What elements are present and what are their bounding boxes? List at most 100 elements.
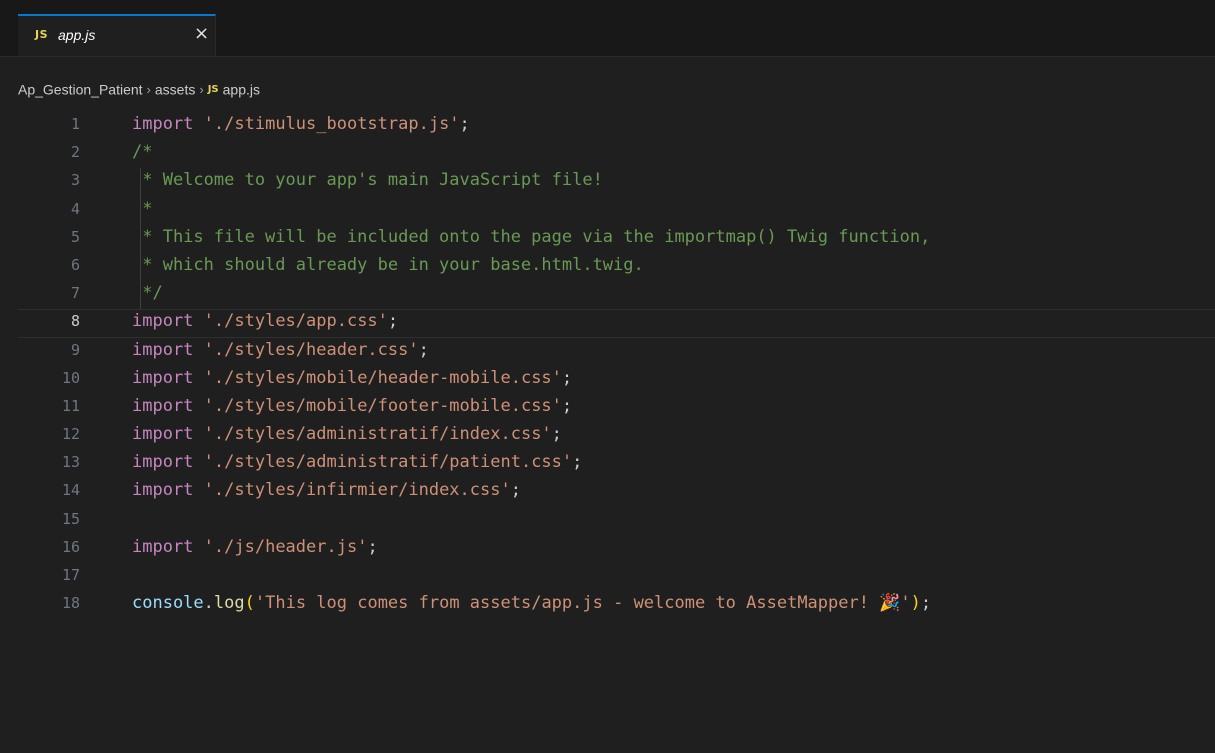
code-line[interactable]: 15 [18, 507, 1215, 535]
string-literal: './styles/header.css' [203, 339, 419, 360]
line-text: /* [132, 142, 152, 162]
string-literal: './styles/mobile/footer-mobile.css' [203, 395, 562, 416]
javascript-file-icon: JS [35, 28, 49, 41]
breadcrumb-folder[interactable]: assets [155, 81, 195, 97]
line-number: 1 [70, 115, 80, 133]
string-literal: './styles/mobile/header-mobile.css' [203, 367, 562, 388]
paren-close: ) [910, 593, 921, 614]
line-number: 14 [61, 481, 80, 500]
line-text: import './styles/header.css'; [132, 340, 429, 360]
string-literal: './js/header.js' [203, 536, 368, 557]
comment: * This file will be included onto the pa… [132, 226, 931, 247]
chevron-right-icon: › [199, 81, 204, 97]
semicolon: ; [459, 114, 470, 134]
code-line[interactable]: 5 * This file will be included onto the … [18, 224, 1215, 253]
code-line[interactable]: 1 import './stimulus_bootstrap.js'; [18, 112, 1215, 140]
javascript-file-icon: JS [207, 83, 219, 95]
line-number: 11 [61, 396, 80, 415]
line-number: 9 [70, 340, 80, 359]
line-text: * Welcome to your app's main JavaScript … [132, 170, 603, 190]
keyword: import [132, 395, 194, 416]
code-line[interactable]: 3 * Welcome to your app's main JavaScrip… [18, 168, 1215, 197]
semicolon: ; [510, 480, 521, 501]
string-literal: 'This log comes from assets/app.js - wel… [254, 593, 911, 614]
line-number: 13 [61, 453, 80, 472]
code-line[interactable]: 14 import './styles/infirmier/index.css'; [18, 478, 1215, 506]
line-text: import './styles/mobile/footer-mobile.cs… [132, 396, 572, 416]
line-text: * This file will be included onto the pa… [132, 227, 930, 247]
close-icon[interactable]: × [194, 23, 209, 44]
function-name: log [213, 593, 245, 614]
line-number: 8 [70, 312, 80, 331]
keyword: import [132, 367, 194, 388]
code-editor: JS app.js × Ap_Gestion_Patient › assets › JS… [0, 0, 1215, 753]
tab-label[interactable]: app.js [58, 27, 95, 43]
code-line[interactable]: 10 import './styles/mobile/header-mobile.… [18, 366, 1215, 394]
line-number: 15 [61, 509, 80, 528]
tab-app-js[interactable]: JS app.js × [18, 14, 216, 56]
tab-bar: JS app.js × [0, 14, 1215, 57]
code-line[interactable]: 4 * [18, 196, 1215, 225]
keyword: import [132, 480, 194, 501]
line-number: 6 [70, 255, 80, 274]
line-number: 18 [61, 594, 80, 613]
semicolon: ; [561, 367, 573, 388]
comment: /* [132, 142, 153, 163]
semicolon: ; [920, 593, 932, 614]
dot: . [203, 593, 214, 614]
code-line[interactable]: 6 * which should already be in your base… [18, 252, 1215, 282]
line-text: import './styles/app.css'; [132, 311, 398, 331]
string-literal: './styles/administratif/patient.css' [203, 452, 573, 473]
line-number: 17 [61, 566, 80, 584]
string-literal: './stimulus_bootstrap.js' [203, 114, 460, 134]
keyword: import [132, 114, 194, 134]
code-line[interactable]: 7 */ [18, 281, 1215, 310]
string-literal: './styles/administratif/index.css' [203, 424, 552, 445]
comment: * Welcome to your app's main JavaScript … [132, 170, 603, 191]
object-name: console [132, 593, 204, 614]
code-line[interactable]: 13 import './styles/administratif/patient… [18, 450, 1215, 478]
line-number: 3 [70, 171, 80, 190]
code-line[interactable]: 16 import './js/header.js'; [18, 535, 1215, 563]
paren-open: ( [244, 593, 255, 614]
keyword: import [132, 452, 194, 473]
semicolon: ; [418, 339, 429, 360]
line-text: console.log('This log comes from assets/… [132, 593, 931, 613]
code-line[interactable]: 2 /* [18, 140, 1215, 168]
line-text: * [132, 199, 152, 219]
code-line[interactable]: 12 import './styles/administratif/index.c… [18, 422, 1215, 450]
comment: * which should already be in your base.h… [132, 254, 644, 275]
code-line[interactable]: 17 [18, 563, 1215, 591]
line-number: 5 [70, 227, 80, 246]
string-literal: './styles/app.css' [203, 311, 388, 332]
keyword: import [132, 311, 194, 332]
title-strip [0, 0, 1215, 14]
breadcrumb-file[interactable]: app.js [223, 81, 260, 97]
line-text: import './js/header.js'; [132, 537, 378, 557]
line-text: import './stimulus_bootstrap.js'; [132, 114, 470, 134]
line-number: 12 [61, 425, 80, 444]
code-line[interactable]: 8 import './styles/app.css'; [18, 309, 1215, 337]
line-number: 4 [70, 199, 80, 218]
line-text: import './styles/administratif/patient.c… [132, 452, 582, 472]
semicolon: ; [572, 452, 583, 473]
breadcrumb: Ap_Gestion_Patient › assets › JS app.js [18, 80, 260, 100]
line-text: import './styles/infirmier/index.css'; [132, 480, 521, 500]
breadcrumb-project[interactable]: Ap_Gestion_Patient [18, 81, 143, 97]
line-text: import './styles/administratif/index.css… [132, 424, 562, 444]
code-line[interactable]: 9 import './styles/header.css'; [18, 338, 1215, 366]
keyword: import [132, 339, 194, 360]
semicolon: ; [367, 536, 378, 557]
line-text: import './styles/mobile/header-mobile.cs… [132, 368, 572, 388]
line-number: 16 [61, 537, 80, 556]
semicolon: ; [387, 311, 399, 332]
chevron-right-icon: › [146, 81, 151, 97]
keyword: import [132, 536, 194, 557]
comment: * [132, 198, 153, 219]
code-line[interactable]: 18 console.log('This log comes from asset… [18, 591, 1215, 619]
code-line[interactable]: 11 import './styles/mobile/footer-mobile.… [18, 394, 1215, 422]
line-text: */ [132, 283, 163, 304]
line-text: * which should already be in your base.h… [132, 255, 644, 275]
comment: */ [132, 283, 163, 304]
code-area[interactable]: 1 import './stimulus_bootstrap.js'; 2 /* 3 *… [18, 112, 1215, 619]
